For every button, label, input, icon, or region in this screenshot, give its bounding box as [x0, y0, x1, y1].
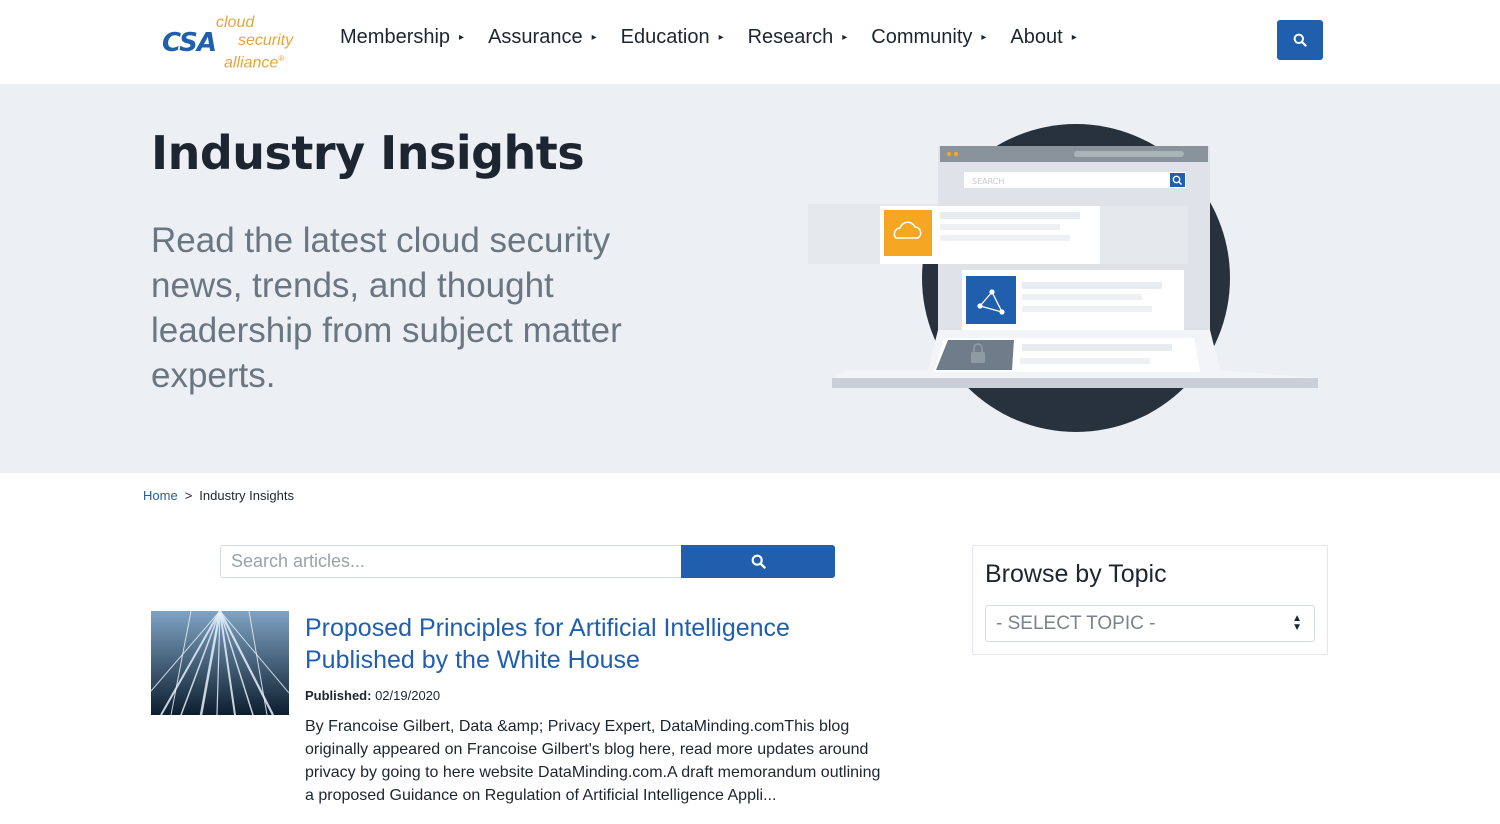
logo-word-security: security	[238, 32, 294, 49]
breadcrumb-separator: >	[184, 488, 193, 503]
nav-item-assurance[interactable]: Assurance ▸	[488, 26, 597, 49]
caret-right-icon: ▸	[718, 32, 724, 43]
nav-item-research[interactable]: Research ▸	[748, 26, 848, 49]
breadcrumb-current: Industry Insights	[199, 488, 294, 503]
nav-label: Education	[620, 26, 710, 48]
breadcrumb-home-link[interactable]: Home	[143, 488, 178, 503]
header-search-button[interactable]	[1277, 20, 1323, 60]
nav-item-education[interactable]: Education ▸	[621, 26, 724, 49]
browse-by-topic-panel: Browse by Topic - SELECT TOPIC - ▲ ▼	[972, 545, 1328, 655]
svg-text:SEARCH: SEARCH	[972, 177, 1004, 186]
topic-select-value: - SELECT TOPIC -	[996, 612, 1156, 634]
article-excerpt: By Francoise Gilbert, Data &amp; Privacy…	[305, 718, 881, 804]
nav-label: About	[1010, 26, 1063, 48]
topic-select[interactable]: - SELECT TOPIC - ▲ ▼	[985, 605, 1315, 642]
select-arrows-icon: ▲ ▼	[1292, 613, 1302, 633]
logo-mark: CSA	[162, 28, 217, 58]
main-nav: Membership ▸ Assurance ▸ Education ▸ Resear…	[340, 26, 1101, 49]
caret-right-icon: ▸	[842, 32, 848, 43]
hero-illustration: SEARCH	[808, 124, 1318, 432]
nav-item-membership[interactable]: Membership ▸	[340, 26, 464, 49]
nav-label: Assurance	[488, 26, 583, 48]
nav-label: Community	[871, 26, 973, 48]
page-title: Industry Insights	[151, 126, 585, 180]
article-thumbnail[interactable]	[151, 611, 289, 715]
hero-subtitle: Read the latest cloud security news, tre…	[151, 221, 622, 395]
cloud-icon	[884, 210, 932, 256]
caret-right-icon: ▸	[981, 32, 987, 43]
logo-wordmark: cloud security alliance®	[214, 14, 293, 72]
search-icon	[751, 554, 766, 569]
search-icon	[1293, 33, 1307, 47]
site-header: CSA cloud security alliance® Membership ▸…	[0, 0, 1500, 84]
article-search-form	[220, 545, 835, 578]
csa-logo[interactable]: CSA cloud security alliance®	[162, 12, 312, 72]
nav-label: Membership	[340, 26, 451, 48]
caret-right-icon: ▸	[1071, 32, 1077, 43]
network-icon	[966, 276, 1016, 324]
hero-banner: Industry Insights Read the latest cloud …	[0, 84, 1500, 473]
published-label: Published:	[305, 688, 372, 703]
nav-item-community[interactable]: Community ▸	[871, 26, 986, 49]
article-published: Published: 02/19/2020	[305, 688, 440, 703]
logo-word-cloud: cloud	[216, 14, 255, 31]
caret-right-icon: ▸	[591, 32, 597, 43]
light-streaks-image	[151, 611, 289, 715]
article-title-link[interactable]: Proposed Principles for Artificial Intel…	[305, 612, 865, 676]
nav-label: Research	[747, 26, 834, 48]
nav-item-about[interactable]: About ▸	[1010, 26, 1076, 49]
published-date: 02/19/2020	[375, 688, 441, 703]
article-search-button[interactable]	[681, 545, 835, 578]
caret-right-icon: ▸	[459, 32, 465, 43]
logo-word-alliance: alliance®	[224, 54, 285, 72]
breadcrumb: Home > Industry Insights	[143, 488, 294, 503]
browse-by-topic-heading: Browse by Topic	[985, 560, 1167, 588]
article-search-input[interactable]	[220, 545, 681, 578]
